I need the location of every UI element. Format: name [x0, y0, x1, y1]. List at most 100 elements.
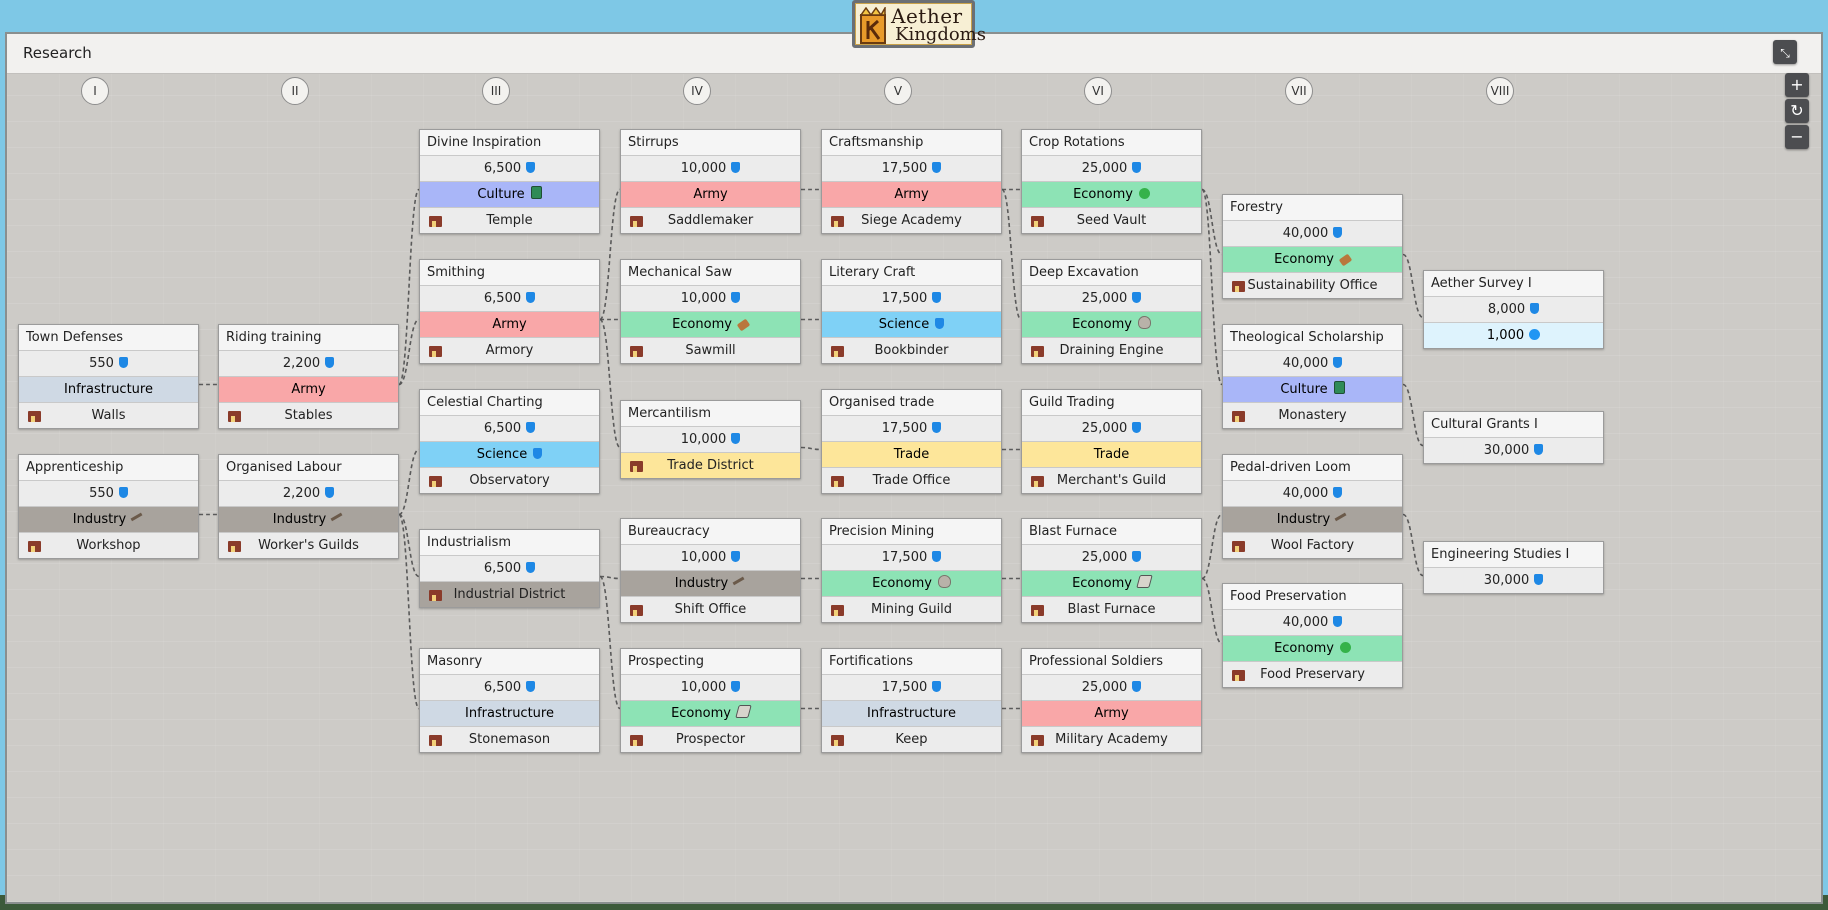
research-flask-icon	[1333, 487, 1343, 498]
tech-cost: 40,000	[1223, 610, 1402, 636]
tech-card-mercantilism[interactable]: Mercantilism 10,000 Trade District	[620, 400, 801, 479]
tech-category: Culture	[1223, 377, 1402, 403]
building-icon	[831, 346, 844, 357]
building-name: Stables	[284, 408, 333, 423]
research-flask-icon	[1534, 444, 1544, 455]
logo-text-kingdoms: Kingdoms	[895, 24, 986, 45]
connector-industrialism-to-prospecting	[599, 575, 621, 710]
building-icon	[630, 216, 643, 227]
building-icon	[429, 735, 442, 746]
stone-icon	[937, 575, 951, 588]
tech-card-apprenticeship[interactable]: Apprenticeship 550 Industry Workshop	[18, 454, 199, 559]
building-icon	[429, 346, 442, 357]
tech-building: Stonemason	[420, 727, 599, 752]
tech-card-fortifications[interactable]: Fortifications 17,500 Infrastructure Keep	[821, 648, 1002, 753]
cost-value: 6,500	[483, 421, 522, 436]
tech-category: Industrial District	[420, 582, 599, 607]
tech-card-masonry[interactable]: Masonry 6,500 Infrastructure Stonemason	[419, 648, 600, 753]
cost-value: 17,500	[881, 291, 928, 306]
tech-building: Seed Vault	[1022, 208, 1201, 233]
tech-category: Industry	[19, 507, 198, 533]
tech-category: Army	[1022, 701, 1201, 727]
tech-category: Infrastructure	[420, 701, 599, 727]
tech-building: Armory	[420, 338, 599, 363]
tech-card-riding-training[interactable]: Riding training 2,200 Army Stables	[218, 324, 399, 429]
tech-cost: 6,500	[420, 286, 599, 312]
tech-card-deep-excavation[interactable]: Deep Excavation 25,000 Economy Draining Eng…	[1021, 259, 1202, 364]
tech-card-prospecting[interactable]: Prospecting 10,000 Economy Prospector	[620, 648, 801, 753]
research-flask-icon	[1534, 574, 1544, 585]
tech-name: Cultural Grants I	[1424, 412, 1603, 438]
tech-card-professional-soldiers[interactable]: Professional Soldiers 25,000 Army Military …	[1021, 648, 1202, 753]
building-name: Observatory	[469, 473, 550, 488]
tech-cost: 30,000	[1424, 568, 1603, 593]
tech-card-guild-trading[interactable]: Guild Trading 25,000 Trade Merchant's Guild	[1021, 389, 1202, 494]
tech-card-blast-furnace[interactable]: Blast Furnace 25,000 Economy Blast Furnace	[1021, 518, 1202, 623]
tech-card-divine-inspiration[interactable]: Divine Inspiration 6,500 Culture Temple	[419, 129, 600, 234]
tech-name: Food Preservation	[1223, 584, 1402, 610]
tech-card-craftsmanship[interactable]: Craftsmanship 17,500 Army Siege Academy	[821, 129, 1002, 234]
research-flask-icon	[731, 162, 741, 173]
cost-value: 10,000	[680, 432, 727, 447]
connector-organised-labour-to-celestial-charting	[398, 448, 420, 516]
tech-card-organised-labour[interactable]: Organised Labour 2,200 Industry Worker's Gu…	[218, 454, 399, 559]
tech-card-engineering-studies-i[interactable]: Engineering Studies I 30,000	[1423, 541, 1604, 594]
tech-card-stirrups[interactable]: Stirrups 10,000 Army Saddlemaker	[620, 129, 801, 234]
tech-card-food-preservation[interactable]: Food Preservation 40,000 Economy Food Prese…	[1222, 583, 1403, 688]
research-flask-icon	[1530, 303, 1540, 314]
tech-card-mechanical-saw[interactable]: Mechanical Saw 10,000 Economy Sawmill	[620, 259, 801, 364]
column-marker-ii: II	[281, 77, 309, 105]
tech-category: Trade District	[621, 453, 800, 478]
tech-card-pedal-driven-loom[interactable]: Pedal-driven Loom 40,000 Industry Wool Fact…	[1222, 454, 1403, 559]
tech-name: Professional Soldiers	[1022, 649, 1201, 675]
tech-card-celestial-charting[interactable]: Celestial Charting 6,500 Science Observator…	[419, 389, 600, 494]
tech-name: Deep Excavation	[1022, 260, 1201, 286]
tech-card-cultural-grants-i[interactable]: Cultural Grants I 30,000	[1423, 411, 1604, 464]
building-name: Temple	[486, 213, 533, 228]
tech-name: Mechanical Saw	[621, 260, 800, 286]
tech-name: Masonry	[420, 649, 599, 675]
tech-building: Sawmill	[621, 338, 800, 363]
category-label: Infrastructure	[64, 382, 153, 397]
flask-icon	[935, 318, 945, 329]
tech-category: Economy	[1022, 312, 1201, 338]
building-icon	[429, 590, 442, 601]
tech-card-aether-survey-i[interactable]: Aether Survey I 8,000 1,000	[1423, 270, 1604, 349]
cost-value: 10,000	[680, 550, 727, 565]
tech-cost: 10,000	[621, 427, 800, 453]
tech-name: Stirrups	[621, 130, 800, 156]
tech-card-theological-scholarship[interactable]: Theological Scholarship 40,000 Culture Mona…	[1222, 324, 1403, 429]
tech-category: Economy	[822, 571, 1001, 597]
tech-card-industrialism[interactable]: Industrialism 6,500 Industrial District	[419, 529, 600, 608]
building-icon	[1232, 670, 1245, 681]
apple-icon	[1339, 642, 1351, 653]
building-name: Walls	[91, 408, 126, 423]
category-label: Economy	[671, 706, 731, 721]
tech-category: Science	[822, 312, 1001, 338]
tech-building: Shift Office	[621, 597, 800, 622]
tech-card-literary-craft[interactable]: Literary Craft 17,500 Science Bookbinder	[821, 259, 1002, 364]
cost-value: 17,500	[881, 680, 928, 695]
tech-name: Prospecting	[621, 649, 800, 675]
tech-name: Celestial Charting	[420, 390, 599, 416]
tech-card-forestry[interactable]: Forestry 40,000 Economy Sustainability Offi…	[1222, 194, 1403, 299]
tech-category: Army	[621, 182, 800, 208]
tech-category: Army	[822, 182, 1001, 208]
tech-cost: 8,000	[1424, 297, 1603, 323]
hammer-icon	[1334, 512, 1350, 527]
tech-card-crop-rotations[interactable]: Crop Rotations 25,000 Economy Seed Vault	[1021, 129, 1202, 234]
tech-card-bureaucracy[interactable]: Bureaucracy 10,000 Industry Shift Office	[620, 518, 801, 623]
research-flask-icon	[1333, 616, 1343, 627]
category-label: Economy	[1274, 252, 1334, 267]
tech-cost: 550	[19, 351, 198, 377]
tech-card-organised-trade[interactable]: Organised trade 17,500 Trade Trade Office	[821, 389, 1002, 494]
book-icon	[530, 186, 542, 199]
tech-card-smithing[interactable]: Smithing 6,500 Army Armory	[419, 259, 600, 364]
research-flask-icon	[731, 551, 741, 562]
building-icon	[1232, 281, 1245, 292]
tech-card-town-defenses[interactable]: Town Defenses 550 Infrastructure Walls	[18, 324, 199, 429]
tech-building: Workshop	[19, 533, 198, 558]
scroll-icon	[735, 705, 752, 718]
tech-card-precision-mining[interactable]: Precision Mining 17,500 Economy Mining Guil…	[821, 518, 1002, 623]
category-label: Infrastructure	[867, 706, 956, 721]
